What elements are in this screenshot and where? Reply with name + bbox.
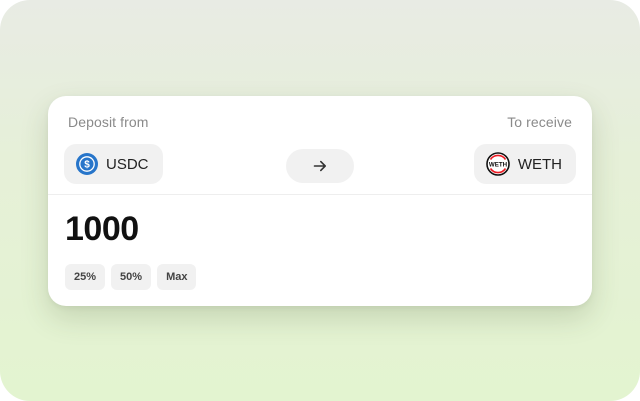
arrow-right-icon	[313, 160, 326, 172]
swap-card: Deposit from To receive $ USDC WETH WETH	[48, 96, 592, 306]
deposit-from-label: Deposit from	[68, 114, 149, 130]
quick-amount-50-button[interactable]: 50%	[111, 264, 152, 290]
background-frame: Deposit from To receive $ USDC WETH WETH	[0, 0, 640, 401]
svg-text:$: $	[84, 160, 90, 171]
usdc-icon: $	[76, 153, 98, 175]
deposit-token-symbol: USDC	[106, 155, 149, 173]
svg-text:WETH: WETH	[489, 161, 508, 168]
divider	[48, 194, 592, 195]
quick-amount-25-button[interactable]: 25%	[65, 264, 106, 290]
weth-icon: WETH	[486, 152, 510, 176]
to-receive-label: To receive	[507, 114, 572, 130]
amount-input[interactable]: 1000	[65, 210, 139, 249]
deposit-token-selector[interactable]: $ USDC	[64, 144, 163, 184]
swap-direction-button[interactable]	[286, 149, 354, 183]
quick-amount-buttons: 25% 50% Max	[65, 264, 197, 290]
receive-token-symbol: WETH	[517, 155, 562, 173]
quick-amount-max-button[interactable]: Max	[157, 264, 197, 290]
receive-token-selector[interactable]: WETH WETH	[473, 144, 576, 184]
